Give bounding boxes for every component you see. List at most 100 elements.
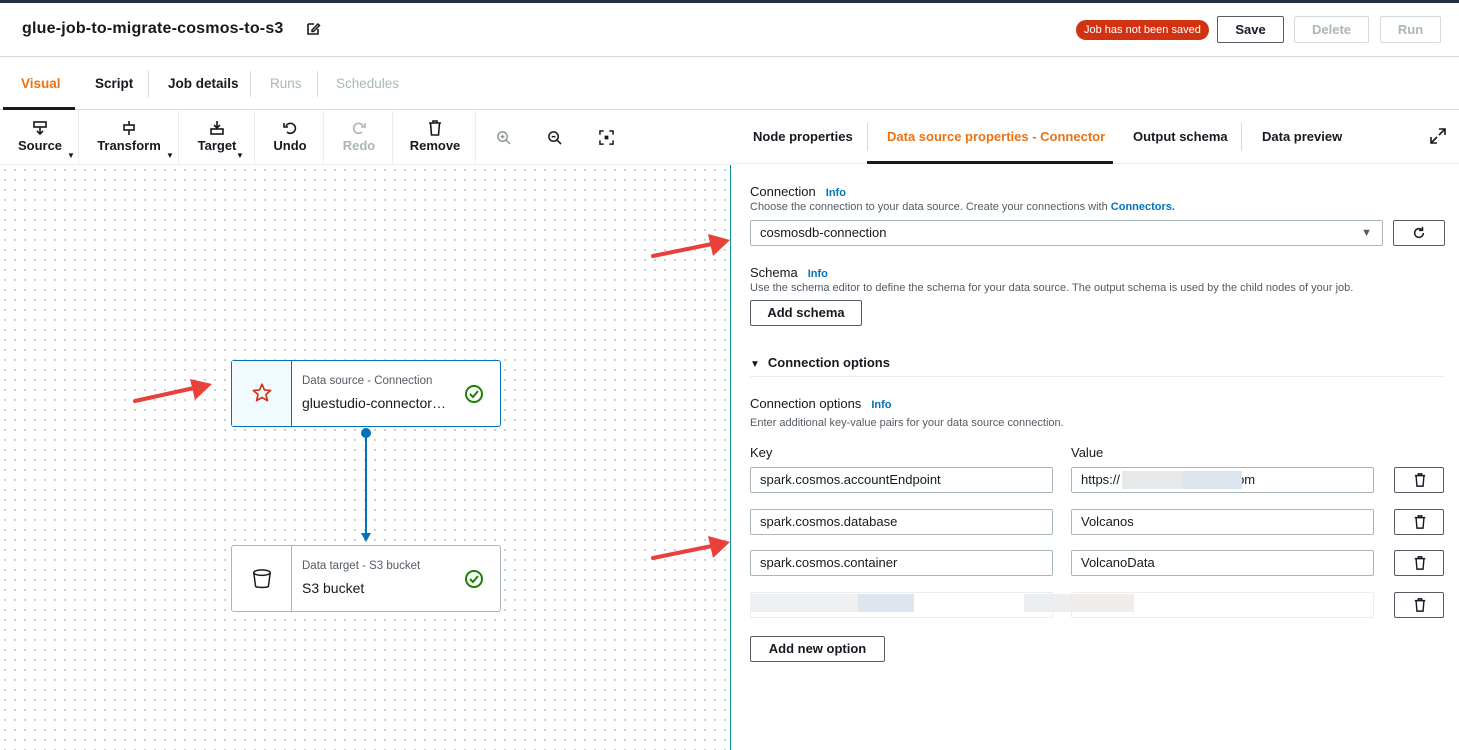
remove-option-button[interactable] xyxy=(1394,467,1444,493)
trash-icon xyxy=(1414,556,1426,570)
options-label-text: Connection options xyxy=(750,396,862,411)
option-key-field[interactable]: spark.cosmos.container xyxy=(750,550,1053,576)
connection-label-text: Connection xyxy=(750,184,816,199)
option-value-field[interactable]: Volcanos xyxy=(1071,509,1374,535)
option-key-field[interactable]: spark.cosmos.database xyxy=(750,509,1053,535)
connection-info-link[interactable]: Info xyxy=(826,187,846,199)
schema-info-link[interactable]: Info xyxy=(808,268,828,280)
schema-description: Use the schema editor to define the sche… xyxy=(750,282,1354,294)
schema-label: Schema Info xyxy=(750,265,828,280)
connectors-link[interactable]: Connectors. xyxy=(1111,201,1175,213)
zoom-in-icon[interactable] xyxy=(496,130,511,145)
save-button[interactable]: Save xyxy=(1217,16,1284,43)
target-node[interactable]: Data target - S3 bucket S3 bucket xyxy=(231,545,501,612)
node-edge xyxy=(361,428,371,542)
options-label: Connection options Info xyxy=(750,396,891,411)
zoom-out-icon[interactable] xyxy=(547,130,562,145)
target-button[interactable]: Target ▼ xyxy=(186,111,248,165)
remove-option-button[interactable] xyxy=(1394,509,1444,535)
toolbar-divider xyxy=(323,111,324,165)
node-icon-box xyxy=(232,361,292,426)
tab-data-preview[interactable]: Data preview xyxy=(1262,129,1342,144)
node-name: gluestudio-connector… xyxy=(302,395,446,411)
toolbar-divider xyxy=(392,111,393,165)
transform-label: Transform xyxy=(97,138,161,153)
tab-divider xyxy=(317,71,318,97)
option-value-field[interactable]: VolcanoData xyxy=(1071,550,1374,576)
annotation-arrow xyxy=(651,536,730,560)
toolbar-divider xyxy=(254,111,255,165)
toolbar-divider xyxy=(178,111,179,165)
trash-icon xyxy=(1414,473,1426,487)
schema-label-text: Schema xyxy=(750,265,798,280)
options-info-link[interactable]: Info xyxy=(871,399,891,411)
options-description: Enter additional key-value pairs for you… xyxy=(750,417,1064,429)
transform-icon xyxy=(123,121,135,135)
redacted-text xyxy=(858,594,914,612)
caret-down-icon: ▼ xyxy=(750,359,760,370)
section-divider xyxy=(750,376,1445,377)
tab-output-schema[interactable]: Output schema xyxy=(1133,129,1228,144)
remove-option-button[interactable] xyxy=(1394,592,1444,618)
connection-value: cosmosdb-connection xyxy=(760,225,887,240)
active-tab-indicator xyxy=(867,161,1113,164)
fit-view-icon[interactable] xyxy=(599,130,614,145)
panel-tabs: Node properties Data source properties -… xyxy=(732,111,1459,164)
undo-button[interactable]: Undo xyxy=(262,111,318,165)
redo-button[interactable]: Redo xyxy=(331,111,387,165)
canvas-toolbar: Source ▼ Transform ▼ Target ▼ Undo Redo … xyxy=(0,111,731,165)
remove-button[interactable]: Remove xyxy=(402,111,468,165)
tab-runs[interactable]: Runs xyxy=(270,76,302,91)
trash-icon xyxy=(1414,598,1426,612)
undo-icon xyxy=(283,122,297,135)
tab-divider xyxy=(148,71,149,97)
remove-option-button[interactable] xyxy=(1394,550,1444,576)
visual-canvas[interactable]: Data source - Connection gluestudio-conn… xyxy=(0,165,731,750)
redacted-text xyxy=(1182,471,1242,489)
node-type: Data target - S3 bucket xyxy=(302,560,421,572)
tab-data-source-properties[interactable]: Data source properties - Connector xyxy=(887,129,1105,144)
connection-label: Connection Info xyxy=(750,184,846,199)
value-header: Value xyxy=(1071,445,1104,460)
delete-button[interactable]: Delete xyxy=(1294,16,1369,43)
expand-icon[interactable] xyxy=(1430,128,1446,144)
tab-schedules[interactable]: Schedules xyxy=(336,76,399,91)
tab-script[interactable]: Script xyxy=(95,76,133,91)
properties-panel: Node properties Data source properties -… xyxy=(732,111,1459,750)
add-schema-button[interactable]: Add schema xyxy=(750,300,862,326)
transform-button[interactable]: Transform ▼ xyxy=(88,111,174,165)
node-icon-box xyxy=(232,546,292,611)
tab-job-details[interactable]: Job details xyxy=(168,76,239,91)
target-icon xyxy=(210,121,224,135)
connection-options-section[interactable]: ▼ Connection options xyxy=(750,355,890,370)
annotation-arrow xyxy=(651,234,730,258)
source-button[interactable]: Source ▼ xyxy=(5,111,75,165)
source-node[interactable]: Data source - Connection gluestudio-conn… xyxy=(231,360,501,427)
tab-divider xyxy=(867,123,868,151)
source-label: Source xyxy=(17,138,63,153)
caret-down-icon: ▼ xyxy=(166,151,174,160)
add-new-option-button[interactable]: Add new option xyxy=(750,636,885,662)
key-header: Key xyxy=(750,445,773,460)
tab-visual[interactable]: Visual xyxy=(21,76,61,91)
connection-desc-text: Choose the connection to your data sourc… xyxy=(750,201,1108,213)
refresh-button[interactable] xyxy=(1393,220,1445,246)
trash-icon xyxy=(429,120,441,136)
check-circle-icon xyxy=(465,385,483,403)
annotation-arrow xyxy=(133,379,212,403)
redacted-text xyxy=(1122,471,1182,489)
node-name: S3 bucket xyxy=(302,580,365,596)
option-key-field[interactable]: spark.cosmos.accountEndpoint xyxy=(750,467,1053,493)
refresh-icon xyxy=(1413,226,1425,239)
status-badge: Job has not been saved xyxy=(1076,20,1209,40)
trash-icon xyxy=(1414,515,1426,529)
edit-icon[interactable] xyxy=(305,21,321,37)
active-tab-indicator xyxy=(3,107,75,110)
node-type: Data source - Connection xyxy=(302,375,433,387)
connection-description: Choose the connection to your data sourc… xyxy=(750,201,1175,213)
connection-select[interactable]: cosmosdb-connection ▼ xyxy=(750,220,1383,246)
run-button[interactable]: Run xyxy=(1380,16,1441,43)
tab-node-properties[interactable]: Node properties xyxy=(753,129,853,144)
redacted-text xyxy=(1024,594,1072,612)
undo-label: Undo xyxy=(273,138,307,153)
